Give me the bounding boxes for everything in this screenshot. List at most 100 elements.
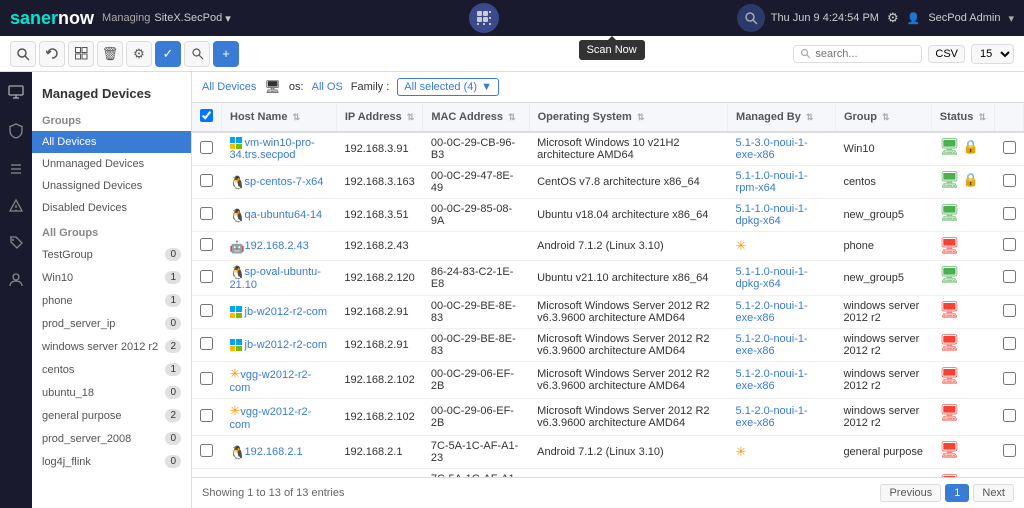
row-checkbox[interactable] xyxy=(200,174,213,187)
os-value-link[interactable]: All OS xyxy=(312,81,343,93)
select-checkbox[interactable] xyxy=(1003,372,1016,385)
select-checkbox[interactable] xyxy=(1003,174,1016,187)
add-button[interactable]: + xyxy=(213,41,239,67)
row-checkbox-cell[interactable] xyxy=(192,329,222,362)
select-cell[interactable] xyxy=(995,436,1024,469)
select-cell[interactable] xyxy=(995,296,1024,329)
select-cell[interactable] xyxy=(995,199,1024,232)
managed-by-link[interactable]: 5.1-2.0-noui-1-exe-x86 xyxy=(736,333,808,357)
select-checkbox[interactable] xyxy=(1003,444,1016,457)
nav-group-item[interactable]: centos1 xyxy=(32,358,191,381)
check-tool-button[interactable]: ✓ xyxy=(155,41,181,67)
managed-by-link[interactable]: 5.1-2.0-noui-1-exe-x86 xyxy=(736,368,808,392)
row-checkbox[interactable] xyxy=(200,141,213,154)
select-checkbox[interactable] xyxy=(1003,337,1016,350)
select-checkbox[interactable] xyxy=(1003,270,1016,283)
nav-item-disabled[interactable]: Disabled Devices xyxy=(32,197,191,219)
managed-by-link[interactable]: 5.1-1.0-noui-1-rpm-x64 xyxy=(736,170,808,194)
host-link[interactable]: 192.168.2.43 xyxy=(245,240,309,252)
select-all-header[interactable] xyxy=(192,103,222,132)
select-cell[interactable] xyxy=(995,166,1024,199)
row-checkbox[interactable] xyxy=(200,409,213,422)
refresh-tool-button[interactable] xyxy=(39,41,65,67)
nav-group-item[interactable]: ubuntu_180 xyxy=(32,381,191,404)
grid-view-button[interactable] xyxy=(68,41,94,67)
select-checkbox[interactable] xyxy=(1003,207,1016,220)
host-link[interactable]: vgg-w2012-r2-com xyxy=(230,406,312,431)
nav-group-item[interactable]: prod_server_ip0 xyxy=(32,312,191,335)
select-cell[interactable] xyxy=(995,469,1024,477)
nav-group-item[interactable]: phone1 xyxy=(32,289,191,312)
sidebar-icon-user[interactable] xyxy=(0,269,32,294)
nav-item-unmanaged[interactable]: Unmanaged Devices xyxy=(32,153,191,175)
previous-page-button[interactable]: Previous xyxy=(880,484,941,502)
family-dropdown[interactable]: All selected (4) ▼ xyxy=(397,78,499,96)
row-checkbox[interactable] xyxy=(200,444,213,457)
sidebar-icon-shield[interactable] xyxy=(0,119,32,146)
select-cell[interactable] xyxy=(995,132,1024,166)
managed-by-link[interactable]: 5.1-3.0-noui-1-exe-x86 xyxy=(736,137,808,161)
row-checkbox-cell[interactable] xyxy=(192,296,222,329)
select-checkbox[interactable] xyxy=(1003,409,1016,422)
row-checkbox-cell[interactable] xyxy=(192,399,222,436)
page-size-select[interactable]: 15 25 50 xyxy=(971,44,1014,64)
export-csv-button[interactable]: CSV xyxy=(928,45,965,63)
user-dropdown-icon[interactable]: ▾ xyxy=(1008,12,1014,25)
host-link[interactable]: jb-w2012-r2-com xyxy=(245,339,328,351)
select-cell[interactable] xyxy=(995,362,1024,399)
managed-by-link[interactable]: 5.1-1.0-noui-1-dpkg-x64 xyxy=(736,203,808,227)
select-cell[interactable] xyxy=(995,232,1024,261)
select-cell[interactable] xyxy=(995,329,1024,362)
row-checkbox-cell[interactable] xyxy=(192,166,222,199)
row-checkbox[interactable] xyxy=(200,304,213,317)
sidebar-icon-tag[interactable] xyxy=(0,232,32,257)
row-checkbox[interactable] xyxy=(200,238,213,251)
host-link[interactable]: jb-w2012-r2-com xyxy=(245,306,328,318)
row-checkbox-cell[interactable] xyxy=(192,362,222,399)
select-checkbox[interactable] xyxy=(1003,304,1016,317)
page-1-button[interactable]: 1 xyxy=(945,484,969,502)
row-checkbox[interactable] xyxy=(200,207,213,220)
nav-group-item[interactable]: Win101 xyxy=(32,266,191,289)
grid-menu-button[interactable] xyxy=(469,3,499,33)
row-checkbox-cell[interactable] xyxy=(192,436,222,469)
row-checkbox-cell[interactable] xyxy=(192,199,222,232)
managed-by-link[interactable]: 5.1-1.0-noui-1-dpkg-x64 xyxy=(736,266,808,290)
sidebar-icon-list[interactable] xyxy=(0,158,32,183)
row-checkbox-cell[interactable] xyxy=(192,469,222,477)
host-link[interactable]: 192.168.2.1 xyxy=(245,446,303,458)
row-checkbox-cell[interactable] xyxy=(192,132,222,166)
search-tool-button[interactable] xyxy=(184,41,210,67)
row-checkbox-cell[interactable] xyxy=(192,261,222,296)
scan-icon-button[interactable] xyxy=(737,4,765,32)
select-cell[interactable] xyxy=(995,261,1024,296)
nav-group-item[interactable]: prod_server_20080 xyxy=(32,427,191,450)
scan-tool-button[interactable] xyxy=(10,41,36,67)
nav-group-item[interactable]: log4j_flink0 xyxy=(32,450,191,473)
nav-group-item[interactable]: general purpose2 xyxy=(32,404,191,427)
select-cell[interactable] xyxy=(995,399,1024,436)
settings-button[interactable]: ⚙ xyxy=(887,10,899,26)
host-link[interactable]: vm-win10-pro-34.trs.secpod xyxy=(230,137,315,161)
settings-tool-button[interactable]: ⚙ xyxy=(126,41,152,67)
row-checkbox-cell[interactable] xyxy=(192,232,222,261)
host-link[interactable]: vgg-w2012-r2-com xyxy=(230,369,312,394)
row-checkbox[interactable] xyxy=(200,337,213,350)
sidebar-icon-monitor[interactable] xyxy=(0,80,32,107)
host-link[interactable]: sp-centos-7-x64 xyxy=(245,176,324,188)
sidebar-icon-alert[interactable] xyxy=(0,195,32,220)
next-page-button[interactable]: Next xyxy=(973,484,1014,502)
all-devices-link[interactable]: All Devices xyxy=(202,81,256,93)
row-checkbox[interactable] xyxy=(200,372,213,385)
select-checkbox[interactable] xyxy=(1003,238,1016,251)
site-selector[interactable]: SiteX.SecPod ▾ xyxy=(154,12,230,25)
delete-button[interactable]: 🗑 xyxy=(97,41,123,67)
managed-by-link[interactable]: 5.1-2.0-noui-1-exe-x86 xyxy=(736,405,808,429)
nav-item-all-devices[interactable]: All Devices xyxy=(32,131,191,153)
nav-item-unassigned[interactable]: Unassigned Devices xyxy=(32,175,191,197)
nav-group-item[interactable]: windows server 2012 r22 xyxy=(32,335,191,358)
search-input[interactable] xyxy=(815,48,915,60)
nav-group-item[interactable]: TestGroup0 xyxy=(32,243,191,266)
select-checkbox[interactable] xyxy=(1003,141,1016,154)
row-checkbox[interactable] xyxy=(200,270,213,283)
